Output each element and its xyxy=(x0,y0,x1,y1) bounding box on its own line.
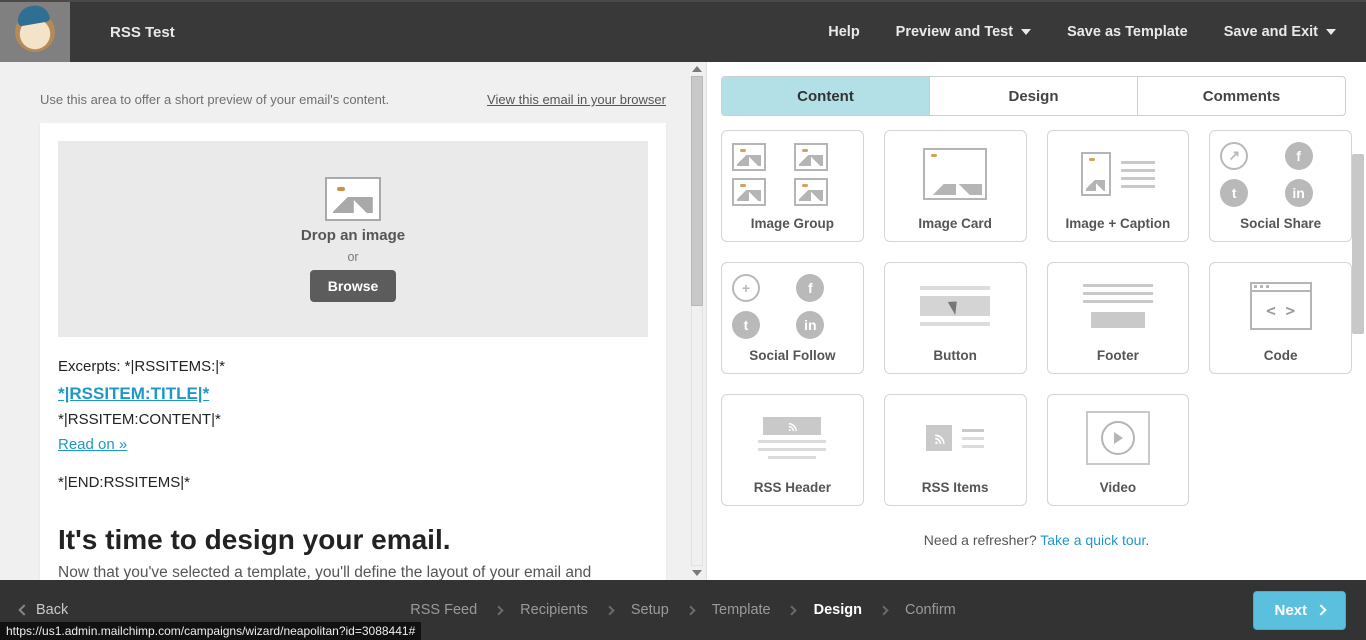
save-and-exit-action[interactable]: Save and Exit xyxy=(1224,24,1336,40)
image-placeholder-icon xyxy=(325,177,381,221)
block-image-group[interactable]: Image Group xyxy=(721,130,864,242)
block-label: RSS Header xyxy=(754,480,831,495)
share-icon: ↗ xyxy=(1220,142,1248,170)
block-label: Social Share xyxy=(1240,216,1321,231)
refresher-text: Need a refresher? Take a quick tour. xyxy=(721,532,1352,548)
rss-read-on-link[interactable]: Read on » xyxy=(58,436,127,453)
block-label: Social Follow xyxy=(749,348,835,363)
block-footer[interactable]: Footer xyxy=(1047,262,1190,374)
scroll-down-arrow[interactable] xyxy=(688,566,706,580)
help-action[interactable]: Help xyxy=(828,24,859,40)
block-label: Image + Caption xyxy=(1066,216,1171,231)
block-image-card[interactable]: Image Card xyxy=(884,130,1027,242)
block-label: Image Group xyxy=(751,216,834,231)
rss-end-tag: *|END:RSSITEMS|* xyxy=(58,471,648,496)
rss-icon xyxy=(933,432,946,445)
chevron-right-icon xyxy=(685,605,695,615)
preview-row: Use this area to offer a short preview o… xyxy=(40,92,666,107)
design-heading: It's time to design your email. xyxy=(58,524,648,556)
mailchimp-monkey-icon xyxy=(15,12,55,52)
chevron-right-icon xyxy=(787,605,797,615)
content-blocks-area: Image Group Image Card Image + Caption ↗ xyxy=(707,116,1366,580)
window-bar-icon xyxy=(1252,284,1310,292)
browse-button[interactable]: Browse xyxy=(310,270,397,302)
tab-comments[interactable]: Comments xyxy=(1138,77,1345,115)
status-bar-url: https://us1.admin.mailchimp.com/campaign… xyxy=(0,622,421,640)
take-tour-link[interactable]: Take a quick tour xyxy=(1040,532,1145,548)
main-area: Use this area to offer a short preview o… xyxy=(0,62,1366,580)
block-label: Image Card xyxy=(918,216,992,231)
rss-icon xyxy=(787,421,798,432)
scroll-up-arrow[interactable] xyxy=(688,62,706,76)
play-icon xyxy=(1101,421,1135,455)
step-setup[interactable]: Setup xyxy=(631,602,669,618)
rss-item-title-tag[interactable]: *|RSSITEM:TITLE|* xyxy=(58,384,209,403)
rss-item-content-tag: *|RSSITEM:CONTENT|* xyxy=(58,408,648,433)
step-template[interactable]: Template xyxy=(712,602,771,618)
block-label: RSS Items xyxy=(922,480,989,495)
email-card: Drop an image or Browse Excerpts: *|RSSI… xyxy=(40,123,666,580)
block-social-follow[interactable]: + f t in Social Follow xyxy=(721,262,864,374)
bottombar: Back RSS Feed Recipients Setup Template … xyxy=(0,580,1366,640)
linkedin-icon: in xyxy=(1285,179,1313,207)
email-canvas: Use this area to offer a short preview o… xyxy=(0,62,706,580)
logo[interactable] xyxy=(0,2,70,62)
step-recipients[interactable]: Recipients xyxy=(520,602,588,618)
chevron-right-icon xyxy=(494,605,504,615)
back-button[interactable]: Back xyxy=(20,602,68,618)
block-code[interactable]: < > Code xyxy=(1209,262,1352,374)
right-scrollbar[interactable] xyxy=(1350,116,1366,580)
next-button[interactable]: Next xyxy=(1253,591,1346,630)
block-label: Footer xyxy=(1097,348,1139,363)
twitter-icon: t xyxy=(732,311,760,339)
design-body-text: Now that you've selected a template, you… xyxy=(58,564,648,580)
wizard-steps: RSS Feed Recipients Setup Template Desig… xyxy=(410,602,955,618)
block-label: Code xyxy=(1264,348,1298,363)
block-image-caption[interactable]: Image + Caption xyxy=(1047,130,1190,242)
facebook-icon: f xyxy=(796,274,824,302)
block-rss-items[interactable]: RSS Items xyxy=(884,394,1027,506)
linkedin-icon: in xyxy=(796,311,824,339)
step-confirm[interactable]: Confirm xyxy=(905,602,956,618)
step-design[interactable]: Design xyxy=(814,602,862,618)
chevron-right-icon xyxy=(879,605,889,615)
block-video[interactable]: Video xyxy=(1047,394,1190,506)
step-rss-feed[interactable]: RSS Feed xyxy=(410,602,477,618)
tab-content[interactable]: Content xyxy=(722,77,930,115)
preview-and-test-action[interactable]: Preview and Test xyxy=(896,24,1031,40)
plus-icon: + xyxy=(732,274,760,302)
drop-label: Drop an image xyxy=(301,227,405,244)
right-tabs: Content Design Comments xyxy=(721,76,1346,116)
chevron-down-icon xyxy=(1326,29,1336,35)
preview-placeholder-text: Use this area to offer a short preview o… xyxy=(40,92,389,107)
facebook-icon: f xyxy=(1285,142,1313,170)
right-panel: Content Design Comments Image Group Imag… xyxy=(706,62,1366,580)
block-rss-header[interactable]: RSS Header xyxy=(721,394,864,506)
chevron-left-icon xyxy=(18,604,29,615)
tab-design[interactable]: Design xyxy=(930,77,1138,115)
code-icon: < > xyxy=(1252,292,1310,328)
chevron-down-icon xyxy=(1021,29,1031,35)
topbar-actions: Help Preview and Test Save as Template S… xyxy=(828,24,1366,40)
save-as-template-action[interactable]: Save as Template xyxy=(1067,24,1188,40)
view-in-browser-link[interactable]: View this email in your browser xyxy=(487,92,666,107)
twitter-icon: t xyxy=(1220,179,1248,207)
block-label: Button xyxy=(933,348,976,363)
scroll-thumb[interactable] xyxy=(1352,154,1364,334)
cursor-icon xyxy=(948,298,962,315)
image-drop-zone[interactable]: Drop an image or Browse xyxy=(58,141,648,337)
rss-merge-tags[interactable]: Excerpts: *|RSSITEMS:|* *|RSSITEM:TITLE|… xyxy=(58,355,648,496)
scroll-thumb[interactable] xyxy=(691,76,703,306)
app-title: RSS Test xyxy=(110,24,175,41)
chevron-right-icon xyxy=(604,605,614,615)
topbar: RSS Test Help Preview and Test Save as T… xyxy=(0,0,1366,62)
chevron-right-icon xyxy=(1315,604,1326,615)
rss-excerpts-line: Excerpts: *|RSSITEMS:|* xyxy=(58,355,648,380)
block-social-share[interactable]: ↗ f t in Social Share xyxy=(1209,130,1352,242)
canvas-scrollbar[interactable] xyxy=(688,62,706,580)
or-label: or xyxy=(347,250,358,264)
block-button[interactable]: Button xyxy=(884,262,1027,374)
block-label: Video xyxy=(1100,480,1137,495)
